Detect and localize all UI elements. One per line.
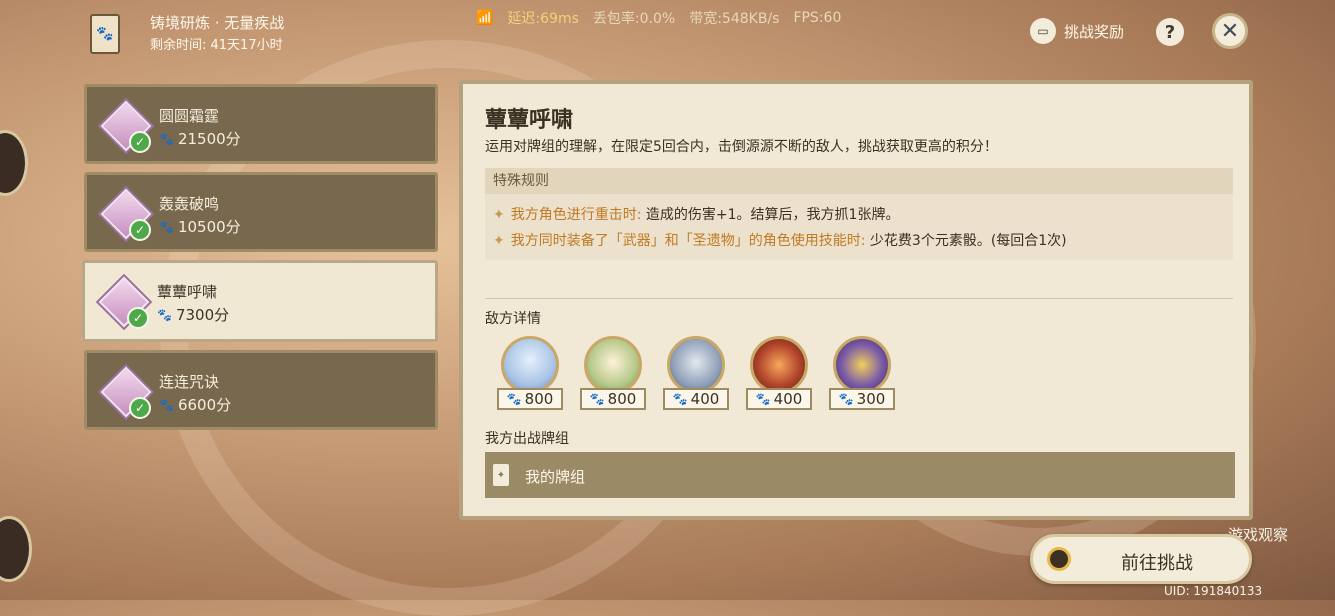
enemy-points: 🐾 300 [829,388,895,410]
stage-badge-icon: ✓ [98,276,150,329]
paw-icon: 🐾 [157,307,172,322]
electro-creature-icon [833,336,891,394]
paw-icon: 🐾 [159,397,174,412]
enemy-points: 🐾 800 [580,388,646,410]
enemy-points: 🐾 800 [497,388,563,410]
side-avatar-bottom[interactable] [0,516,32,582]
bandwidth-text: 带宽:548KB/s [689,11,780,27]
diamond-bullet-icon: ✦ [493,233,505,249]
ice-creature-icon [501,336,559,394]
check-icon: ✓ [127,307,149,329]
chest-icon: ▭ [1030,18,1056,44]
stage-score: 🐾 6600分 [159,396,232,414]
stage-badge-icon: ✓ [100,366,152,419]
paw-icon: 🐾 [159,219,174,234]
fire-creature-icon [750,336,808,394]
mech-creature-icon [667,336,725,394]
stage-item-selected[interactable]: ✓ 蕈蕈呼啸 🐾 7300分 [82,260,438,342]
stage-name: 蕈蕈呼啸 [157,283,218,301]
rule-item: ✦ 我方角色进行重击时: 造成的伤害+1。结算后，我方抓1张牌。 [493,207,900,223]
panel-description: 运用对牌组的理解，在限定5回合内，击倒源源不断的敌人，挑战获取更高的积分！ [485,139,998,155]
check-icon: ✓ [129,397,151,419]
panel-title: 蕈蕈呼啸 [485,108,574,133]
stage-name: 轰轰破鸣 [159,195,220,213]
card-icon: ✦ [493,464,509,486]
stage-score: 🐾 10500分 [159,218,241,236]
paw-icon: 🐾 [159,131,174,146]
check-icon: ✓ [129,131,151,153]
remaining-time: 剩余时间: 41天17小时 [150,38,283,53]
confirm-circle-icon [1047,547,1071,571]
stage-item[interactable]: ✓ 连连咒诀 🐾 6600分 [84,350,438,430]
fps-text: FPS:60 [793,10,842,26]
stage-item[interactable]: ✓ 圆圆霜霆 🐾 21500分 [84,84,438,164]
stage-detail-panel: 蕈蕈呼啸 运用对牌组的理解，在限定5回合内，击倒源源不断的敌人，挑战获取更高的积… [459,80,1253,520]
event-title: 铸境研炼 · 无量疾战 [150,14,285,32]
help-button[interactable]: ? [1156,18,1184,46]
network-stats: 📶 延迟:69ms 丢包率:0.0% 带宽:548KB/s FPS:60 [476,8,841,28]
stage-name: 圆圆霜霆 [159,107,220,125]
stage-item[interactable]: ✓ 轰轰破鸣 🐾 10500分 [84,172,438,252]
enemy-section-title: 敌方详情 [485,311,541,327]
stage-name: 连连咒诀 [159,373,220,391]
wifi-icon: 📶 [476,10,494,26]
enemy-points: 🐾 400 [663,388,729,410]
side-avatar-top[interactable] [0,130,28,196]
challenge-reward-label: 挑战奖励 [1064,22,1125,41]
event-card-icon: 🐾 [90,14,120,54]
enemy-points: 🐾 400 [746,388,812,410]
stage-score: 🐾 21500分 [159,130,241,148]
stage-badge-icon: ✓ [100,188,152,241]
special-rules-body: ✦ 我方角色进行重击时: 造成的伤害+1。结算后，我方抓1张牌。 ✦ 我方同时装备了… [485,194,1233,260]
forest-creature-icon [584,336,642,394]
stage-score: 🐾 7300分 [157,306,230,324]
deck-name: 我的牌组 [525,468,586,486]
go-challenge-button[interactable]: 前往挑战 [1030,534,1252,584]
uid-text: UID: 191840133 [1164,584,1263,598]
rule-item: ✦ 我方同时装备了「武器」和「圣遗物」的角色使用技能时: 少花费3个元素骰。(每回… [493,233,1067,249]
challenge-reward-button[interactable]: ▭ 挑战奖励 [1030,18,1124,44]
close-button[interactable]: ✕ [1212,13,1248,49]
stage-badge-icon: ✓ [100,100,152,153]
deck-section-title: 我方出战牌组 [485,431,569,447]
packet-loss-text: 丢包率:0.0% [592,11,676,27]
latency-text: 延迟:69ms [507,11,579,27]
deck-selector[interactable]: ✦ 我的牌组 [485,452,1235,498]
divider [485,298,1233,299]
diamond-bullet-icon: ✦ [493,207,505,223]
check-icon: ✓ [129,219,151,241]
go-challenge-label: 前往挑战 [1121,553,1193,574]
special-rules-header: 特殊规则 [485,168,1233,194]
